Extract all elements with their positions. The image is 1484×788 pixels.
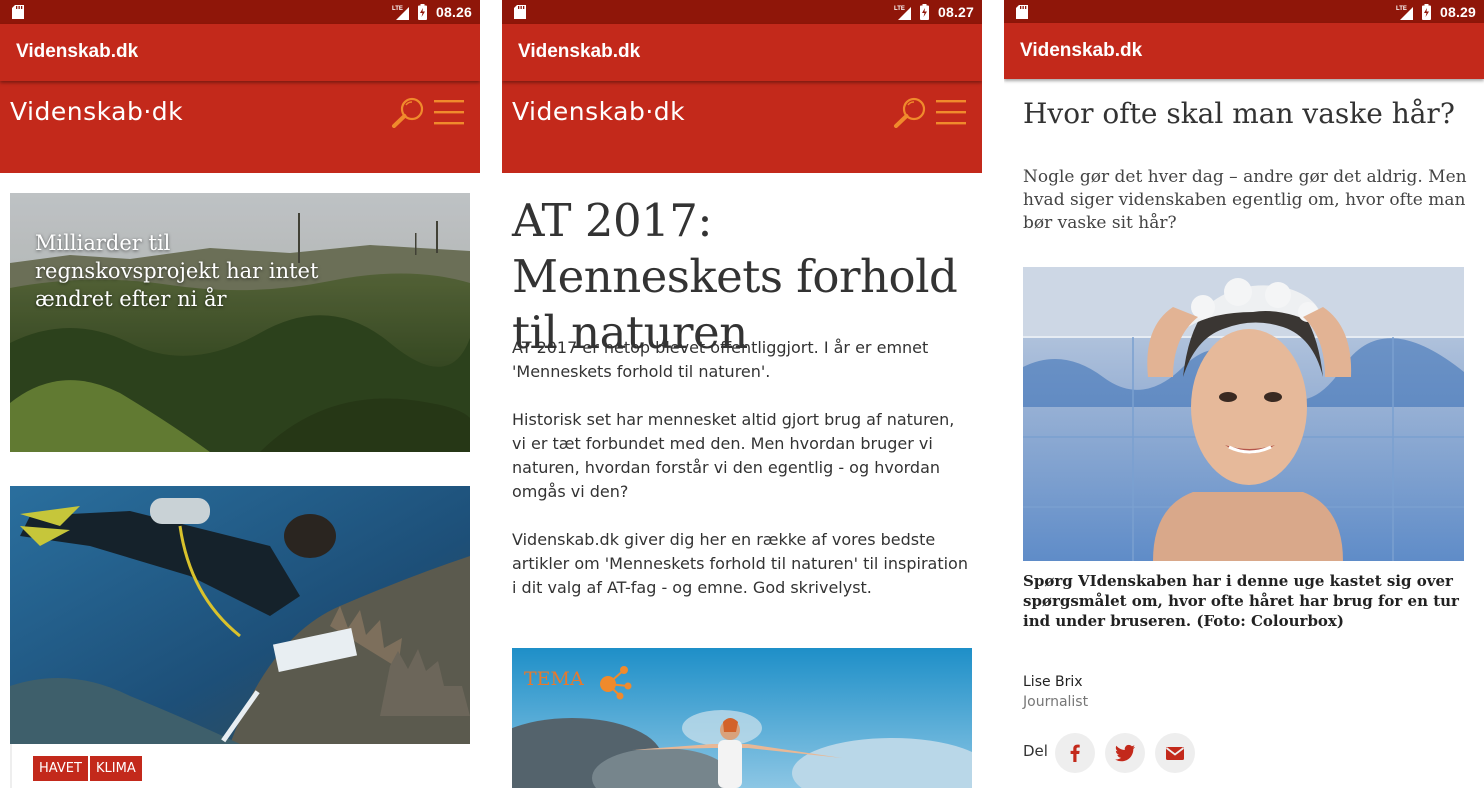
feed-card-title[interactable]: Milliarder til regnskovsprojekt har inte… (35, 229, 335, 313)
lte-signal-icon: LTE (392, 6, 409, 20)
article-paragraph: AT 2017 er netop blevet offentliggjort. … (512, 338, 929, 381)
lte-signal-icon: LTE (894, 6, 911, 20)
article-lead: Nogle gør det hver dag – andre gør det a… (1023, 167, 1467, 233)
clock: 08.26 (436, 4, 473, 20)
article-title: Hvor ofte skal man vaske hår? (1023, 97, 1455, 130)
screen-hair-article: LTE 08.29 Videnskab.dk Hvor ofte skal ma… (1004, 0, 1484, 788)
lte-signal-icon: LTE (1396, 6, 1413, 20)
article-paragraph: Historisk set har mennesket altid gjort … (512, 410, 955, 501)
site-header: Videnskab·dk (0, 81, 480, 173)
site-header: Videnskab·dk (502, 81, 982, 173)
article-paragraph: Videnskab.dk giver dig her en række af v… (512, 530, 968, 597)
status-bar: LTE 08.26 (0, 0, 480, 24)
battery-charging-icon (418, 4, 427, 20)
share-label: Del (1023, 742, 1048, 760)
molecule-icon (600, 666, 632, 700)
theme-banner[interactable]: TEMA (512, 648, 972, 788)
app-title: Videnskab.dk (16, 41, 139, 62)
battery-charging-icon (920, 4, 929, 20)
hair-washing-photo (1023, 267, 1464, 561)
share-mail-button[interactable] (1155, 733, 1195, 773)
twitter-icon (1115, 744, 1135, 762)
svg-text:LTE: LTE (1396, 6, 1407, 12)
article-photo (1023, 267, 1464, 561)
app-title: Videnskab.dk (518, 41, 641, 62)
app-bar: Videnskab.dk (0, 24, 480, 81)
facebook-icon (1070, 744, 1080, 762)
theme-label: TEMA (524, 668, 584, 690)
tag-havet[interactable]: HAVET (33, 756, 88, 781)
diver-coral-image (10, 486, 470, 744)
screen-feed: LTE 08.26 Videnskab.dk Videnskab·dk Mill… (0, 0, 480, 788)
hamburger-menu-icon[interactable] (934, 98, 968, 126)
svg-text:LTE: LTE (392, 6, 403, 12)
hamburger-menu-icon[interactable] (432, 98, 466, 126)
mail-icon (1165, 747, 1185, 760)
tag-klima[interactable]: KLIMA (90, 756, 142, 781)
feed-card-diver[interactable] (10, 486, 470, 744)
status-bar: LTE 08.27 (502, 0, 982, 24)
sd-card-icon (12, 5, 24, 19)
battery-charging-icon (1422, 4, 1431, 20)
photo-caption: Spørg VIdenskaben har i denne uge kastet… (1023, 572, 1459, 630)
share-facebook-button[interactable] (1055, 733, 1095, 773)
share-twitter-button[interactable] (1105, 733, 1145, 773)
app-bar: Videnskab.dk (502, 24, 982, 81)
sd-card-icon (514, 5, 526, 19)
tag-list: HAVET KLIMA (10, 744, 470, 788)
feed-card-rainforest[interactable]: Milliarder til regnskovsprojekt har inte… (10, 193, 470, 452)
search-icon[interactable] (892, 96, 928, 128)
author-name[interactable]: Lise Brix (1023, 674, 1083, 690)
app-bar: Videnskab.dk (1004, 23, 1484, 79)
author-role: Journalist (1023, 694, 1089, 710)
site-logo[interactable]: Videnskab·dk (512, 97, 685, 126)
screen-theme-article: LTE 08.27 Videnskab.dk Videnskab·dk AT 2… (502, 0, 982, 788)
app-title: Videnskab.dk (1020, 40, 1143, 61)
clock: 08.29 (1440, 4, 1477, 20)
clock: 08.27 (938, 4, 975, 20)
status-bar: LTE 08.29 (1004, 0, 1484, 23)
svg-text:LTE: LTE (894, 6, 905, 12)
sd-card-icon (1016, 5, 1028, 19)
search-icon[interactable] (390, 96, 426, 128)
site-logo[interactable]: Videnskab·dk (10, 97, 183, 126)
